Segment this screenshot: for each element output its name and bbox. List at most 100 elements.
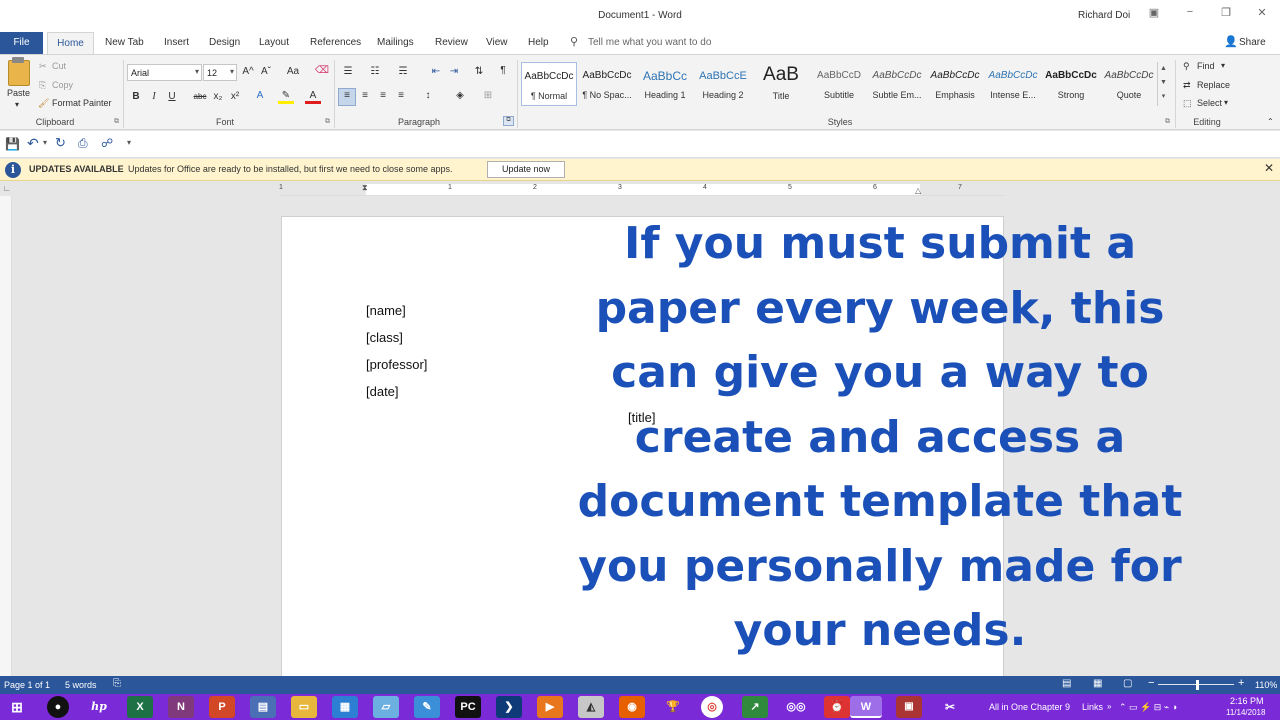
notepad-icon[interactable]: ▱ — [373, 696, 399, 718]
find-button[interactable]: Find — [1197, 61, 1215, 71]
word-taskbar-icon[interactable]: W — [850, 696, 882, 718]
notification-tray-icons[interactable]: ⌃ ▭ ⚡ ⊟ ⌁ ◑ — [1119, 702, 1177, 713]
tab-layout[interactable]: Layout — [259, 37, 289, 48]
powerpoint-icon[interactable]: P — [209, 696, 235, 718]
windows-start-icon[interactable]: ⊞ — [4, 696, 30, 718]
tell-me-search[interactable]: Tell me what you want to do — [588, 37, 711, 48]
firefox-icon[interactable]: ◉ — [619, 696, 645, 718]
select-button[interactable]: Select — [1197, 98, 1222, 108]
stocks-icon[interactable]: ↗ — [742, 696, 768, 718]
tab-references[interactable]: References — [310, 37, 361, 48]
style-normal[interactable]: AaBbCcDc ¶ Normal — [521, 62, 577, 106]
doc-line-professor[interactable]: [professor] — [366, 357, 427, 372]
share-button[interactable]: Share — [1239, 37, 1266, 48]
shrink-font-button[interactable]: Aˇ — [258, 66, 274, 77]
close-button[interactable]: ✕ — [1252, 6, 1272, 19]
numbering-icon[interactable]: ☷ — [367, 66, 383, 77]
style-heading-1[interactable]: AaBbCc Heading 1 — [637, 62, 693, 106]
tab-file[interactable]: File — [0, 32, 43, 54]
superscript-button[interactable]: x² — [227, 91, 243, 102]
read-mode-icon[interactable]: ▤ — [1062, 678, 1071, 689]
clock-date[interactable]: 11/14/2018 — [1226, 708, 1265, 717]
tab-mailings[interactable]: Mailings — [377, 37, 414, 48]
paste-button[interactable]: Paste — [7, 88, 30, 98]
tab-home[interactable]: Home — [47, 32, 94, 55]
align-center-icon[interactable]: ≡ — [357, 90, 373, 101]
change-case-button[interactable]: Aa — [282, 66, 304, 77]
font-color-icon[interactable]: A — [305, 90, 321, 104]
style-strong[interactable]: AaBbCcDc Strong — [1043, 62, 1099, 106]
camtasia-icon[interactable]: ▣ — [896, 696, 922, 718]
font-name-combo[interactable]: Arial ▾ — [127, 64, 202, 81]
collapse-ribbon-icon[interactable]: ⌃ — [1267, 117, 1274, 126]
redo-icon[interactable]: ↻ — [55, 135, 66, 151]
powershell-icon[interactable]: ❯ — [496, 696, 522, 718]
control-panel-icon[interactable]: ▦ — [332, 696, 358, 718]
clipboard-launcher-icon[interactable]: ⧉ — [114, 118, 119, 126]
media-player-icon[interactable]: ▶ — [537, 696, 563, 718]
ribbon-display-options-icon[interactable]: ▣ — [1144, 6, 1164, 19]
minimize-button[interactable]: − — [1180, 6, 1200, 18]
onenote-icon[interactable]: N — [168, 696, 194, 718]
clear-formatting-icon[interactable]: ⌫ — [314, 65, 330, 76]
customize-qat-icon[interactable]: ▾ — [127, 138, 131, 147]
publisher-icon[interactable]: ▤ — [250, 696, 276, 718]
doc-line-class[interactable]: [class] — [366, 330, 403, 345]
taskbar-expand-icon[interactable]: » — [1107, 702, 1111, 711]
styles-launcher-icon[interactable]: ⧉ — [1165, 118, 1170, 126]
tab-insert[interactable]: Insert — [164, 37, 189, 48]
style-heading-2[interactable]: AaBbCcE Heading 2 — [695, 62, 751, 106]
grow-font-button[interactable]: A^ — [240, 66, 256, 77]
bold-button[interactable]: B — [128, 91, 144, 102]
line-spacing-icon[interactable]: ↕ — [420, 90, 436, 101]
justify-icon[interactable]: ≡ — [393, 90, 409, 101]
print-preview-icon[interactable]: ⎙ — [78, 136, 88, 151]
update-now-button[interactable]: Update now — [487, 161, 565, 178]
style-no-spacing[interactable]: AaBbCcDc ¶ No Spac... — [579, 62, 635, 106]
format-painter-button[interactable]: Format Painter — [52, 98, 112, 108]
undo-icon[interactable]: ↶ — [27, 135, 39, 152]
style-intense-emphasis[interactable]: AaBbCcDc Intense E... — [985, 62, 1041, 106]
tab-new-tab[interactable]: New Tab — [105, 37, 144, 48]
tripadvisor-icon[interactable]: ◎◎ — [783, 696, 809, 718]
tab-selector-icon[interactable]: ∟ — [3, 184, 11, 193]
trophy-icon[interactable]: 🏆 — [660, 696, 686, 718]
snipping-tool-icon[interactable]: ✂ — [937, 696, 963, 718]
replace-button[interactable]: Replace — [1197, 80, 1230, 90]
chrome-icon[interactable]: ◎ — [701, 696, 723, 718]
styles-scroll-icon[interactable]: ▲ ▼ ▾ — [1157, 62, 1169, 106]
subscript-button[interactable]: x₂ — [210, 91, 226, 102]
tab-design[interactable]: Design — [209, 37, 240, 48]
word-count[interactable]: 5 words — [65, 680, 97, 690]
save-icon[interactable]: 💾 — [5, 137, 20, 151]
taskbar-toolbar-label[interactable]: All in One Chapter 9 — [989, 702, 1070, 712]
tab-view[interactable]: View — [486, 37, 508, 48]
vlc-icon[interactable]: ◭ — [578, 696, 604, 718]
sitemap-icon[interactable]: ☍ — [101, 136, 113, 150]
excel-icon[interactable]: X — [127, 696, 153, 718]
paste-icon[interactable] — [8, 60, 30, 86]
strikethrough-button[interactable]: abc — [190, 92, 210, 101]
doc-line-name[interactable]: [name] — [366, 303, 406, 318]
page-count[interactable]: Page 1 of 1 — [4, 680, 50, 690]
borders-icon[interactable]: ⊞ — [480, 90, 496, 101]
close-notification-button[interactable]: ✕ — [1264, 161, 1274, 175]
style-title[interactable]: AaB Title — [753, 62, 809, 106]
zoom-out-icon[interactable]: − — [1148, 677, 1154, 689]
alarm-clock-icon[interactable]: ⏰ — [824, 696, 850, 718]
multilevel-list-icon[interactable]: ☴ — [395, 66, 411, 77]
text-effects-icon[interactable]: A — [252, 90, 268, 101]
vertical-ruler[interactable] — [0, 196, 12, 676]
tab-review[interactable]: Review — [435, 37, 468, 48]
bullets-icon[interactable]: ☰ — [340, 66, 356, 77]
paint-icon[interactable]: ✎ — [414, 696, 440, 718]
style-subtitle[interactable]: AaBbCcD Subtitle — [811, 62, 867, 106]
pycharm-icon[interactable]: PC — [455, 696, 481, 718]
decrease-indent-icon[interactable]: ⇤ — [428, 66, 444, 77]
hp-icon[interactable]: hp — [86, 696, 112, 718]
style-quote[interactable]: AaBbCcDc Quote — [1101, 62, 1157, 106]
style-subtle-emphasis[interactable]: AaBbCcDc Subtle Em... — [869, 62, 925, 106]
style-emphasis[interactable]: AaBbCcDc Emphasis — [927, 62, 983, 106]
zoom-in-icon[interactable]: + — [1238, 677, 1244, 689]
right-indent-marker-icon[interactable]: △ — [915, 186, 921, 195]
